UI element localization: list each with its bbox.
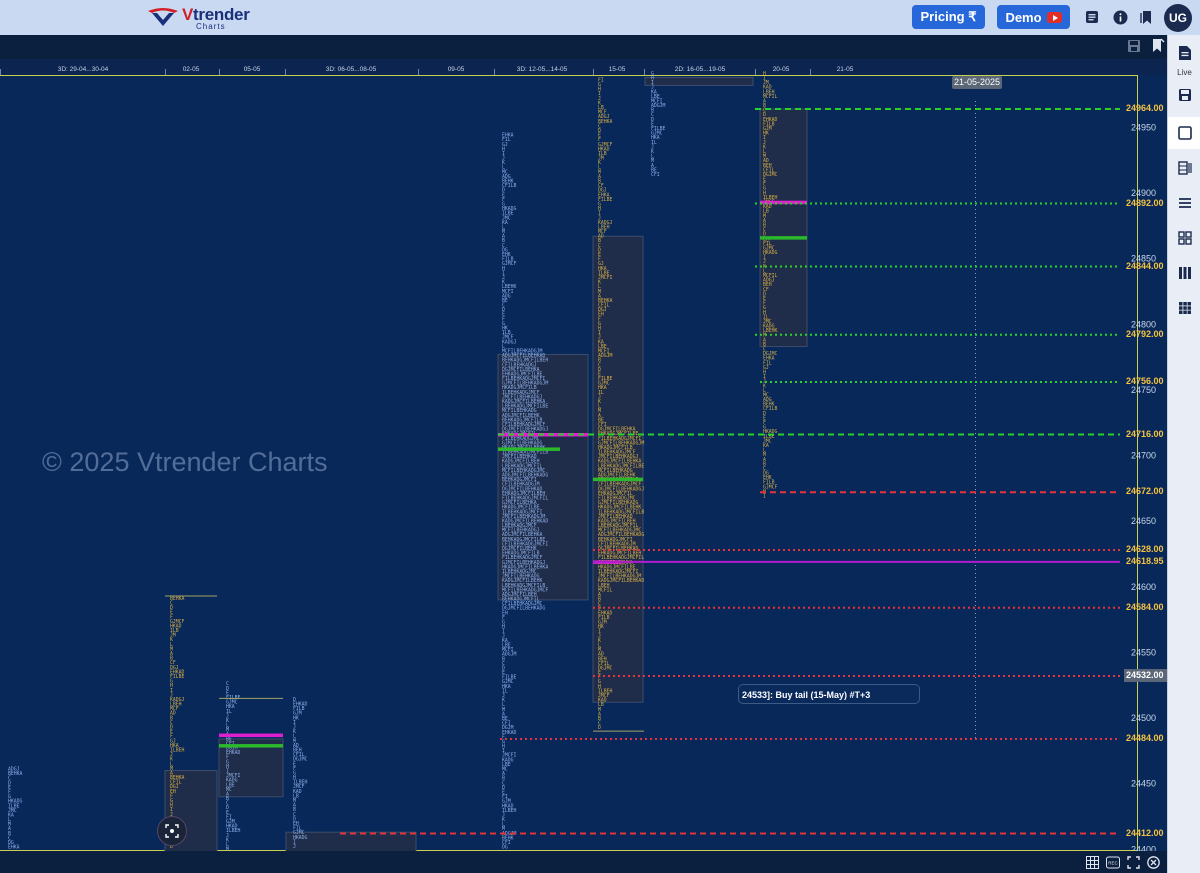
price-axis-tick: 24650	[1131, 516, 1156, 526]
level-price-label: 24584.00	[1126, 601, 1164, 612]
price-axis-tick: 24950	[1131, 122, 1156, 132]
bookmark-add-icon[interactable]	[1151, 38, 1165, 53]
watermark: © 2025 Vtrender Charts	[42, 447, 328, 477]
tpo-letters: J	[293, 844, 296, 850]
fullscreen-icon[interactable]	[1127, 856, 1140, 869]
record-icon[interactable]: REC	[1106, 856, 1120, 869]
price-axis-tick: 24550	[1131, 647, 1156, 657]
level-price-label: 24964.00	[1126, 103, 1164, 113]
level-price-label: 24618.95	[1126, 555, 1164, 566]
price-axis-tick: 24450	[1131, 779, 1156, 789]
session-label: 21-05	[837, 66, 854, 73]
level-price-label: 24792.00	[1126, 328, 1164, 339]
tpo-letters: DGJMCFILBEHKADG	[502, 606, 545, 612]
close-icon[interactable]	[1147, 856, 1160, 869]
session-label: 05-05	[244, 66, 261, 73]
capture-icon	[165, 824, 179, 838]
top-navbar: Vtrender Charts Pricing ₹ Demo UG	[0, 0, 1200, 35]
demo-button[interactable]: Demo	[997, 5, 1070, 29]
tpo-letters: I	[763, 494, 766, 500]
quad-layout-icon[interactable]	[1174, 227, 1196, 249]
price-axis-tick: 24600	[1131, 582, 1156, 592]
columns-layout-icon[interactable]	[1174, 262, 1196, 284]
session-label: 02-05	[183, 66, 200, 73]
grid-layout-icon[interactable]	[1174, 297, 1196, 319]
live-label: Live	[1177, 68, 1192, 77]
poc-highlight	[219, 733, 283, 738]
info-icon[interactable]	[1112, 9, 1128, 25]
bookmarks-icon[interactable]	[1139, 9, 1155, 25]
session-label: 20-05	[773, 66, 790, 73]
live-icon[interactable]	[1174, 42, 1196, 64]
tpo-letters: CFI	[651, 172, 660, 178]
hover-date-tooltip: 21-05-2025	[952, 76, 1002, 89]
pricing-button[interactable]: Pricing ₹	[912, 5, 985, 29]
list-layout-icon[interactable]	[1174, 157, 1196, 179]
level-price-label: 24532.00	[1124, 669, 1169, 682]
logo-subtitle: Charts	[196, 22, 226, 31]
level-price-label: 24672.00	[1126, 486, 1164, 497]
poc-highlight	[219, 744, 283, 748]
session-label: 15-05	[609, 66, 626, 73]
level-price-label: 24412.00	[1126, 827, 1164, 838]
session-label: 09-05	[448, 66, 465, 73]
demo-label: Demo	[1005, 9, 1042, 25]
session-label: 3D: 12-05...14-05	[517, 66, 568, 73]
youtube-icon	[1046, 11, 1062, 23]
poc-highlight	[593, 477, 643, 482]
chart-bottom-bar: REC	[0, 851, 1167, 873]
level-price-label: 24716.00	[1126, 428, 1164, 439]
logo-mark-icon	[148, 8, 178, 26]
save-icon[interactable]	[1127, 39, 1141, 53]
grid-icon[interactable]	[1086, 856, 1099, 869]
level-price-label: 24892.00	[1126, 197, 1164, 208]
document-icon[interactable]	[1084, 9, 1100, 25]
poc-highlight	[498, 447, 560, 451]
tpo-letters: D	[598, 725, 601, 731]
poc-highlight	[760, 200, 807, 205]
level-price-label: 24484.00	[1126, 733, 1164, 743]
save-layout-icon[interactable]	[1174, 84, 1196, 106]
session-label: 3D: 06-05...08-05	[326, 66, 377, 73]
poc-highlight	[760, 236, 807, 240]
price-axis-tick: 24500	[1131, 713, 1156, 723]
screen-capture-button[interactable]	[157, 816, 187, 846]
level-price-label: 24756.00	[1126, 376, 1164, 386]
single-layout-icon[interactable]	[1174, 122, 1196, 144]
tpo-letters: EHKA	[8, 845, 20, 851]
right-sidebar: Live	[1167, 35, 1200, 873]
session-label: 2D: 16-05...19-05	[675, 66, 726, 73]
session-label: 3D: 29-04...30-04	[58, 66, 109, 73]
chart-annotation[interactable]: 24533]: Buy tail (15-May) #T+3	[738, 684, 920, 704]
svg-text:REC: REC	[1108, 861, 1118, 866]
tpo-letters: DG	[502, 845, 508, 851]
vtrender-logo[interactable]: Vtrender Charts	[146, 5, 250, 31]
price-axis-tick: 24700	[1131, 451, 1156, 461]
pricing-label: Pricing ₹	[920, 9, 977, 24]
level-price-label: 24844.00	[1126, 260, 1164, 271]
value-area-box	[644, 77, 754, 86]
value-area-box	[759, 108, 808, 348]
user-avatar[interactable]: UG	[1164, 4, 1192, 32]
rows-layout-icon[interactable]	[1174, 192, 1196, 214]
chart-toolbar	[0, 35, 1167, 59]
